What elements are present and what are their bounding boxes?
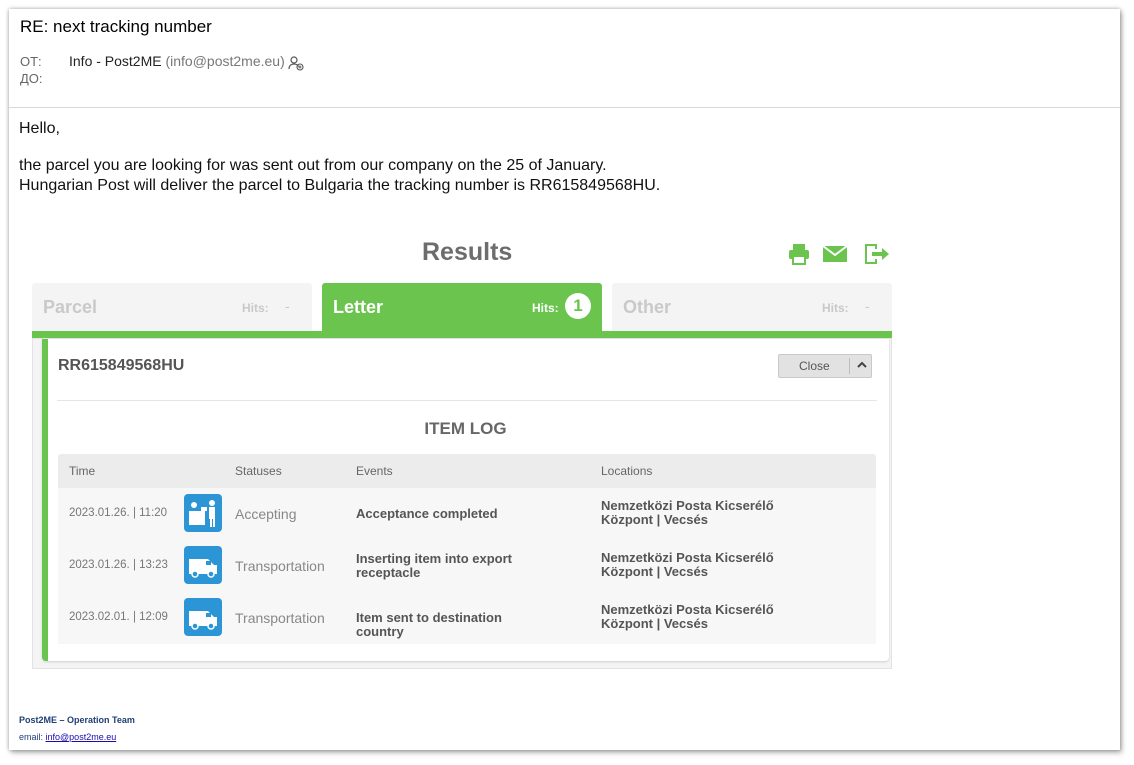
van-icon: [184, 598, 222, 636]
table-row: 2023.01.26. | 11:20 Accepting Acceptance…: [58, 488, 876, 540]
row-time: 2023.01.26. | 11:20: [69, 507, 168, 519]
tab-parcel[interactable]: Parcel Hits: -: [32, 283, 312, 331]
email-subject: RE: next tracking number: [20, 17, 212, 36]
item-log-table: Time Statuses Events Locations 2023.01.2…: [58, 454, 876, 644]
row-time: 2023.01.26. | 13:23: [69, 559, 168, 571]
row-status: Accepting: [235, 506, 297, 522]
row-event: Inserting item into export receptacle: [356, 551, 513, 580]
col-events: Events: [356, 464, 393, 478]
item-log-header: Time Statuses Events Locations: [58, 454, 876, 488]
signature-email-label: email:: [19, 732, 44, 742]
col-time: Time: [69, 464, 96, 478]
tab-other-hits-label: Hits:: [822, 301, 849, 315]
close-button[interactable]: Close: [778, 354, 872, 378]
email-window: RE: next tracking number ОТ: ДО: Info - …: [9, 9, 1120, 750]
tab-other-hits: -: [865, 298, 870, 314]
van-icon: [184, 546, 222, 584]
tab-other[interactable]: Other Hits: -: [612, 283, 892, 331]
row-location-line-1: Nemzetközi Posta Kicserélő: [601, 602, 774, 617]
results-title: Results: [422, 238, 513, 266]
result-card: RR615849568HU Close ITEM LOG Time Status…: [32, 338, 892, 669]
from-label: ОТ:: [20, 54, 42, 69]
signature-email: email: info@post2me.eu: [19, 732, 116, 742]
row-time: 2023.02.01. | 12:09: [69, 611, 168, 623]
item-log-title: ITEM LOG: [424, 419, 507, 438]
close-button-label: Close: [799, 359, 830, 373]
table-row: 2023.02.01. | 12:09 Transportation Item …: [58, 592, 876, 644]
row-location-line-2: Központ | Vecsés: [601, 616, 708, 631]
tab-letter-label: Letter: [333, 297, 384, 317]
row-location-line-1: Nemzetközi Posta Kicserélő: [601, 550, 774, 565]
chevron-up-icon: [857, 361, 867, 368]
contact-add-icon[interactable]: [288, 55, 304, 71]
email-header: RE: next tracking number ОТ: ДО: Info - …: [9, 9, 1120, 108]
mail-icon[interactable]: [822, 242, 848, 266]
signature-email-link[interactable]: info@post2me.eu: [46, 732, 117, 742]
table-row: 2023.01.26. | 13:23 Transportation Inser…: [58, 540, 876, 592]
tab-letter-hits-label: Hits:: [532, 301, 559, 315]
row-location-line-1: Nemzetközi Posta Kicserélő: [601, 498, 774, 513]
signature-team: Post2ME – Operation Team: [19, 715, 135, 725]
print-icon[interactable]: [787, 242, 811, 266]
row-location: Nemzetközi Posta Kicserélő Központ | Vec…: [601, 551, 774, 579]
tab-letter-hits: 1: [565, 293, 591, 319]
row-location-line-2: Központ | Vecsés: [601, 564, 708, 579]
results-tabs: Parcel Hits: - Letter Hits: 1 Other Hits…: [32, 283, 892, 338]
export-icon[interactable]: [862, 242, 890, 266]
tab-parcel-hits-label: Hits:: [242, 301, 269, 315]
row-status: Transportation: [235, 610, 325, 626]
tabs-underline: [32, 331, 892, 338]
close-button-separator: [849, 358, 850, 374]
to-label: ДО:: [20, 71, 43, 86]
sender-name[interactable]: Info - Post2ME: [69, 53, 162, 69]
card-divider: [57, 400, 877, 401]
tab-parcel-hits: -: [285, 298, 290, 314]
row-event: Item sent to destination country: [356, 610, 502, 639]
result-card-inner: RR615849568HU Close ITEM LOG Time Status…: [42, 339, 889, 661]
tracking-number: RR615849568HU: [58, 357, 185, 374]
greeting: Hello,: [19, 120, 60, 137]
sender[interactable]: Info - Post2ME (info@post2me.eu): [69, 53, 285, 69]
row-location-line-2: Központ | Vecsés: [601, 512, 708, 527]
col-locations: Locations: [601, 464, 653, 478]
tab-other-label: Other: [623, 297, 672, 317]
acceptance-counter-icon: [184, 494, 222, 532]
sender-address[interactable]: (info@post2me.eu): [165, 53, 284, 69]
body-line-1: the parcel you are looking for was sent …: [19, 157, 607, 174]
col-statuses: Statuses: [235, 464, 282, 478]
tab-parcel-label: Parcel: [43, 297, 98, 317]
tab-letter[interactable]: Letter Hits: 1: [322, 283, 602, 331]
row-location: Nemzetközi Posta Kicserélő Központ | Vec…: [601, 603, 774, 631]
row-location: Nemzetközi Posta Kicserélő Központ | Vec…: [601, 499, 774, 527]
body-line-2: Hungarian Post will deliver the parcel t…: [19, 177, 661, 194]
row-event: Acceptance completed: [356, 506, 498, 521]
row-status: Transportation: [235, 558, 325, 574]
